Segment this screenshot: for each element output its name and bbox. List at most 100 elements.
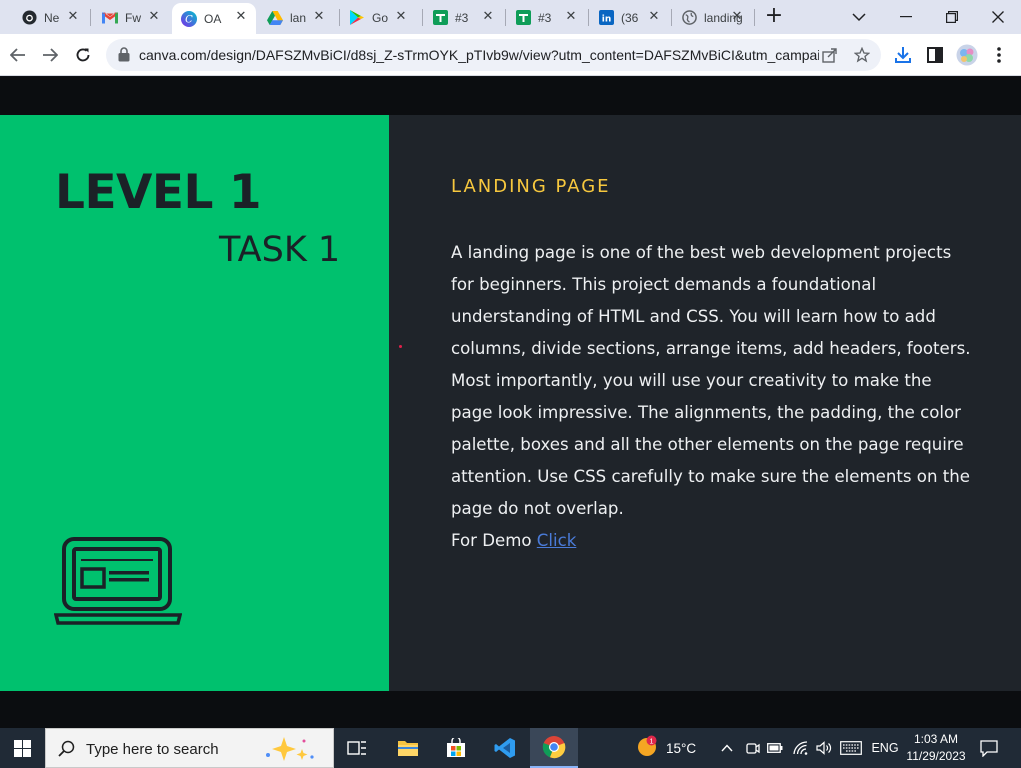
address-bar[interactable]: canva.com/design/DAFSZMvBiCI/d8sj_Z-sTrm… [106, 39, 881, 71]
side-panel-icon [927, 47, 943, 63]
clock-time: 1:03 AM [913, 732, 959, 746]
google-drive-icon [267, 10, 283, 26]
battery-button[interactable] [764, 728, 786, 768]
tab-divider [90, 9, 91, 26]
touch-keyboard-button[interactable] [838, 728, 864, 768]
demo-line: For Demo Click [451, 525, 576, 557]
browser-toolbar: canva.com/design/DAFSZMvBiCI/d8sj_Z-sTrm… [0, 34, 1021, 76]
close-icon [992, 11, 1004, 23]
clock[interactable]: 1:03 AM 11/29/2023 [900, 731, 972, 765]
svg-text:in: in [601, 15, 611, 25]
chrome-icon [542, 736, 566, 759]
slide-right-panel: LANDING PAGE A landing page is one of th… [389, 115, 1021, 691]
tab-canva[interactable]: C OA ✕ [172, 3, 256, 34]
microsoft-store-button[interactable] [432, 728, 480, 768]
menu-button[interactable] [987, 43, 1011, 67]
tab-label: Go [372, 10, 389, 25]
volume-button[interactable] [813, 728, 835, 768]
taskbar-search[interactable]: Type here to search [45, 728, 334, 768]
store-icon [447, 738, 465, 757]
close-icon[interactable]: ✕ [234, 10, 248, 24]
lock-icon [118, 47, 130, 66]
file-explorer-button[interactable] [384, 728, 432, 768]
share-icon[interactable] [822, 47, 838, 67]
tab-sheets-2[interactable]: #3 ✕ [506, 3, 586, 32]
minimize-button[interactable] [883, 4, 929, 30]
wifi-icon [793, 741, 808, 755]
task-title: TASK 1 [219, 230, 341, 270]
close-icon[interactable]: ✕ [481, 10, 495, 24]
close-icon[interactable]: ✕ [147, 10, 161, 24]
restore-button[interactable] [929, 4, 975, 30]
camera-icon [746, 743, 760, 754]
tab-sheets-1[interactable]: #3 ✕ [423, 3, 503, 32]
chevron-up-icon [721, 744, 733, 752]
chevron-down-icon [852, 12, 866, 21]
start-button[interactable] [0, 728, 44, 768]
search-placeholder: Type here to search [86, 741, 219, 758]
github-icon [21, 10, 37, 26]
notifications-button[interactable] [976, 728, 1002, 768]
profile-button[interactable] [955, 43, 979, 67]
restore-icon [946, 11, 958, 23]
tab-drive[interactable]: lan ✕ [258, 3, 334, 32]
network-button[interactable] [790, 728, 812, 768]
arrow-right-icon [43, 48, 58, 62]
close-icon[interactable]: ✕ [730, 10, 744, 24]
close-icon[interactable]: ✕ [312, 10, 326, 24]
linkedin-icon: in [598, 10, 614, 26]
level-title: LEVEL 1 [55, 165, 262, 220]
sheets-icon [432, 10, 448, 26]
minimize-icon [900, 16, 912, 18]
close-icon[interactable]: ✕ [564, 10, 578, 24]
tab-gmail[interactable]: Fw ✕ [93, 3, 169, 32]
input-language[interactable]: ENG [868, 728, 902, 768]
tab-label: #3 [455, 10, 469, 25]
section-title: LANDING PAGE [451, 176, 611, 197]
close-icon[interactable]: ✕ [394, 10, 408, 24]
downloads-button[interactable] [891, 43, 915, 67]
windows-logo-icon [13, 739, 31, 757]
url-text: canva.com/design/DAFSZMvBiCI/d8sj_Z-sTrm… [139, 47, 819, 63]
star-icon[interactable] [853, 46, 871, 67]
tab-google-play[interactable]: Go ✕ [340, 3, 416, 32]
tab-search-button[interactable] [836, 4, 882, 30]
sparkle-icon [260, 735, 322, 767]
demo-link[interactable]: Click [537, 531, 577, 550]
tab-landing[interactable]: landing ✕ [672, 3, 752, 32]
vscode-button[interactable] [481, 728, 529, 768]
laptop-icon [53, 537, 183, 631]
show-hidden-icons-button[interactable] [716, 728, 738, 768]
close-icon[interactable]: ✕ [647, 10, 661, 24]
temperature: 15°C [666, 740, 697, 756]
new-tab-button[interactable]: + [763, 5, 785, 28]
side-panel-button[interactable] [923, 43, 947, 67]
keyboard-icon [840, 741, 862, 755]
tab-divider [754, 9, 755, 26]
close-icon[interactable]: ✕ [66, 10, 80, 24]
demo-label: For Demo [451, 531, 532, 550]
weather-widget[interactable]: 1 15°C [636, 728, 696, 768]
chrome-button[interactable] [530, 728, 578, 768]
speaker-icon [816, 741, 832, 755]
section-body: A landing page is one of the best web de… [451, 243, 971, 518]
back-button[interactable] [6, 43, 30, 67]
viewer-top-bar [0, 77, 1021, 115]
tab-label: Ne [44, 10, 60, 25]
folder-icon [398, 741, 418, 756]
svg-text:C: C [185, 14, 193, 25]
tab-linkedin[interactable]: in (36 ✕ [589, 3, 669, 32]
close-window-button[interactable] [975, 4, 1021, 30]
slide-left-panel: LEVEL 1 TASK 1 [0, 115, 389, 691]
more-vertical-icon [997, 47, 1001, 63]
meet-now-button[interactable] [742, 728, 764, 768]
canva-icon: C [181, 10, 197, 27]
tab-label: lan [290, 10, 307, 25]
forward-button[interactable] [38, 43, 62, 67]
tab-label: #3 [538, 10, 552, 25]
google-play-icon [349, 10, 365, 26]
task-view-button[interactable] [333, 728, 381, 768]
tab-github[interactable]: Ne ✕ [12, 3, 88, 32]
task-view-icon [347, 741, 366, 755]
reload-button[interactable] [71, 43, 95, 67]
